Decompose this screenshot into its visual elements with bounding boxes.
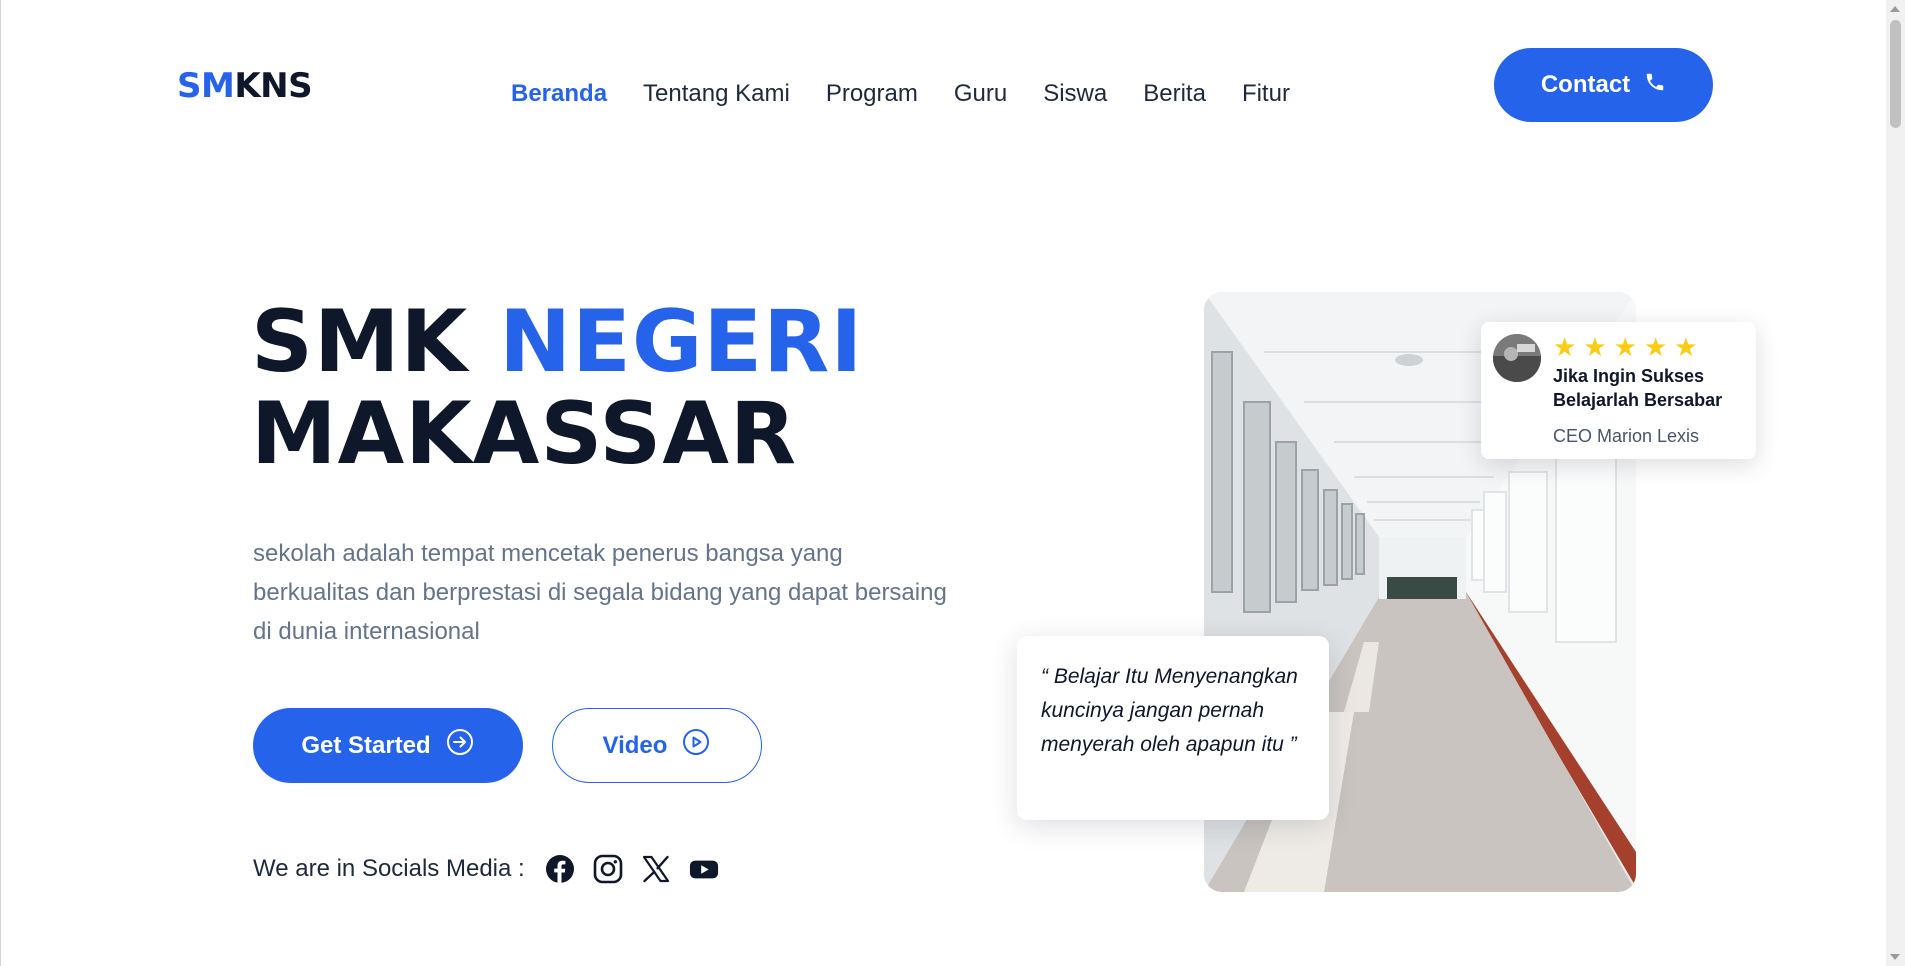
main-nav: Beranda Tentang Kami Program Guru Siswa … bbox=[511, 80, 1290, 108]
site-logo[interactable]: SMKNS bbox=[177, 66, 313, 106]
arrow-right-circle-icon bbox=[445, 727, 475, 764]
get-started-button[interactable]: Get Started bbox=[253, 708, 523, 783]
hero-title-part-2: NEGERI bbox=[499, 292, 864, 392]
nav-item-tentang-kami[interactable]: Tentang Kami bbox=[643, 80, 790, 108]
star-icon: ★ bbox=[1613, 332, 1637, 362]
scroll-down-arrow-icon[interactable] bbox=[1890, 954, 1900, 960]
rating-stars: ★ ★ ★ ★ ★ bbox=[1553, 334, 1698, 360]
nav-item-siswa[interactable]: Siswa bbox=[1043, 80, 1107, 108]
contact-button[interactable]: Contact bbox=[1494, 48, 1713, 122]
star-icon: ★ bbox=[1674, 332, 1698, 362]
quote-text: “ Belajar Itu Menyenangkan kuncinya jang… bbox=[1041, 665, 1298, 756]
review-text: Jika Ingin Sukses Belajarlah Bersabar bbox=[1553, 366, 1723, 410]
scroll-thumb[interactable] bbox=[1890, 20, 1901, 128]
quote-card: “ Belajar Itu Menyenangkan kuncinya jang… bbox=[1017, 636, 1329, 820]
contact-button-label: Contact bbox=[1540, 71, 1631, 98]
review-card: ★ ★ ★ ★ ★ Jika Ingin Sukses Belajarlah B… bbox=[1481, 322, 1756, 459]
reviewer-avatar bbox=[1493, 334, 1541, 382]
hero-title-line-2: MAKASSAR bbox=[251, 384, 798, 484]
x-icon[interactable] bbox=[641, 854, 671, 884]
play-circle-icon bbox=[681, 727, 711, 764]
nav-item-fitur[interactable]: Fitur bbox=[1242, 80, 1290, 108]
video-label: Video bbox=[602, 731, 668, 759]
landing-page: SMKNS Beranda Tentang Kami Program Guru … bbox=[0, 0, 1905, 966]
logo-part-1: SM bbox=[177, 66, 235, 106]
nav-item-guru[interactable]: Guru bbox=[954, 80, 1007, 108]
hero-title-part-1: SMK bbox=[251, 292, 500, 392]
phone-icon bbox=[1644, 71, 1666, 100]
star-icon: ★ bbox=[1643, 332, 1668, 362]
page-scrollbar[interactable] bbox=[1886, 0, 1905, 966]
review-author: CEO Marion Lexis bbox=[1553, 426, 1700, 446]
youtube-icon[interactable] bbox=[689, 854, 719, 884]
get-started-label: Get Started bbox=[301, 731, 431, 759]
star-icon: ★ bbox=[1553, 332, 1577, 362]
facebook-icon[interactable] bbox=[545, 854, 575, 884]
hero-description: sekolah adalah tempat mencetak penerus b… bbox=[253, 540, 947, 645]
video-button[interactable]: Video bbox=[552, 708, 762, 783]
socials-row: We are in Socials Media : bbox=[253, 854, 719, 884]
scroll-up-arrow-icon[interactable] bbox=[1890, 6, 1900, 12]
instagram-icon[interactable] bbox=[593, 854, 623, 884]
nav-item-beranda[interactable]: Beranda bbox=[511, 80, 607, 108]
logo-part-2: KNS bbox=[234, 66, 313, 106]
socials-label: We are in Socials Media : bbox=[253, 855, 525, 882]
nav-item-berita[interactable]: Berita bbox=[1143, 80, 1206, 108]
hero-title: SMK NEGERI MAKASSAR bbox=[251, 296, 863, 480]
nav-item-program[interactable]: Program bbox=[826, 80, 918, 108]
star-icon: ★ bbox=[1583, 332, 1607, 362]
